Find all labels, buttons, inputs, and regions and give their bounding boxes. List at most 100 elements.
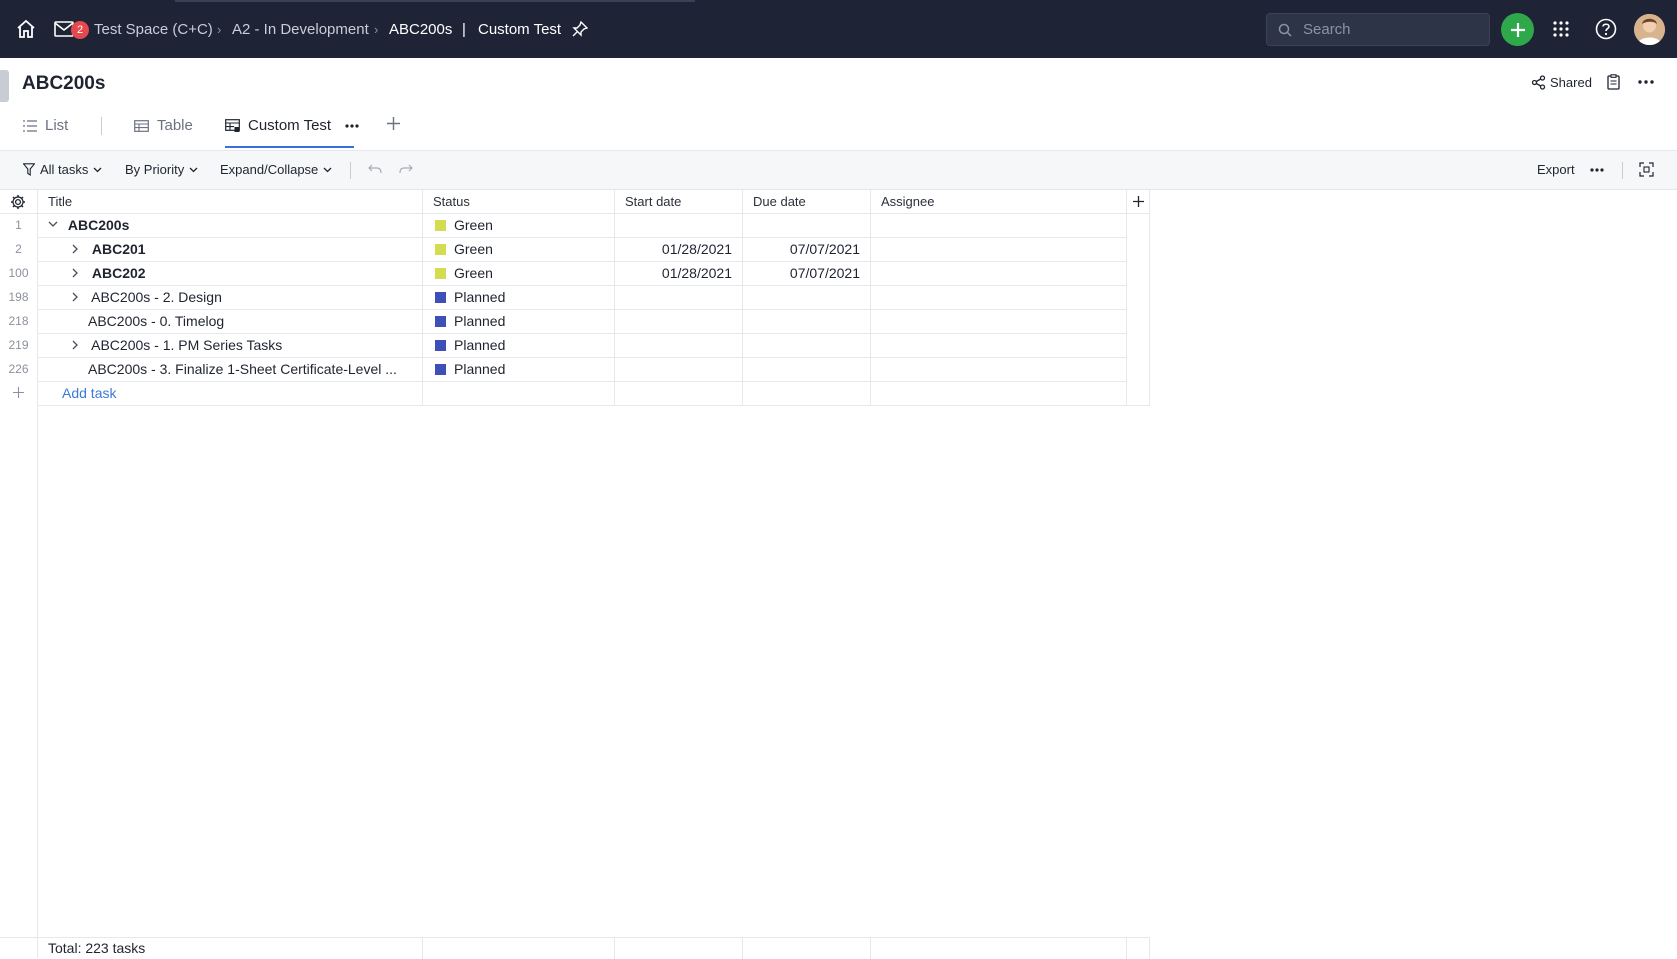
sidebar-toggle[interactable] — [0, 70, 9, 102]
column-header-due-date[interactable]: Due date — [743, 190, 871, 214]
due-date-cell[interactable]: 07/07/2021 — [743, 238, 871, 262]
clipboard-icon[interactable] — [1607, 74, 1620, 90]
status-color-swatch — [435, 292, 446, 303]
status-label: Planned — [454, 361, 506, 377]
notification-badge: 2 — [71, 21, 89, 39]
settings-gear-icon[interactable] — [10, 194, 26, 210]
toolbar-more-icon[interactable] — [1590, 168, 1604, 172]
chevron-right-icon[interactable] — [72, 262, 88, 285]
group-by-label: By Priority — [125, 162, 185, 177]
assignee-cell[interactable] — [871, 262, 1127, 286]
table-row[interactable]: 100 ABC202 Green 01/28/2021 07/07/2021 — [0, 262, 1150, 286]
undo-icon[interactable] — [368, 164, 382, 174]
assignee-cell[interactable] — [871, 238, 1127, 262]
chevron-right-icon[interactable] — [72, 286, 88, 309]
table-row[interactable]: 198 ABC200s - 2. Design Planned — [0, 286, 1150, 310]
more-options-icon[interactable] — [1638, 80, 1654, 84]
filter-dropdown[interactable]: All tasks — [23, 162, 102, 177]
start-date-cell[interactable] — [615, 310, 743, 334]
start-date-cell[interactable]: 01/28/2021 — [615, 238, 743, 262]
chevron-right-icon[interactable] — [72, 334, 88, 357]
pin-icon[interactable] — [572, 21, 588, 37]
chevron-right-icon[interactable] — [72, 238, 88, 261]
table-row[interactable]: 1 ABC200s Green — [0, 214, 1150, 238]
add-column-button[interactable] — [1127, 190, 1150, 214]
status-cell[interactable]: Planned — [423, 310, 615, 334]
shared-button[interactable]: Shared — [1550, 75, 1592, 90]
due-date-cell[interactable] — [743, 214, 871, 238]
view-tabs: List Table Custom Test — [0, 108, 1677, 151]
tab-list[interactable]: List — [23, 117, 68, 134]
status-cell[interactable]: Green — [423, 214, 615, 238]
assignee-cell[interactable] — [871, 334, 1127, 358]
status-cell[interactable]: Planned — [423, 358, 615, 382]
footer-cell — [871, 938, 1127, 959]
expand-collapse-dropdown[interactable]: Expand/Collapse — [220, 162, 332, 177]
breadcrumb-item-space[interactable]: Test Space (C+C) — [94, 21, 213, 38]
add-task-row[interactable]: Add task — [0, 382, 1150, 406]
tab-custom-test[interactable]: Custom Test — [225, 117, 359, 134]
add-view-button[interactable] — [386, 116, 401, 131]
assignee-cell[interactable] — [871, 286, 1127, 310]
start-date-cell[interactable] — [615, 358, 743, 382]
group-by-dropdown[interactable]: By Priority — [125, 162, 198, 177]
task-title-cell[interactable]: ABC200s - 1. PM Series Tasks — [38, 334, 423, 358]
task-title-cell[interactable]: ABC200s - 0. Timelog — [38, 310, 423, 334]
status-label: Planned — [454, 313, 506, 329]
footer-cell — [743, 938, 871, 959]
due-date-cell[interactable] — [743, 334, 871, 358]
assignee-cell[interactable] — [871, 214, 1127, 238]
chevron-down-icon — [323, 167, 332, 172]
create-button[interactable] — [1501, 13, 1534, 46]
task-title-cell[interactable]: ABC200s — [38, 214, 423, 238]
export-button[interactable]: Export — [1537, 162, 1575, 177]
start-date-cell[interactable] — [615, 214, 743, 238]
breadcrumb-item-project[interactable]: ABC200s — [389, 21, 452, 38]
start-date-cell[interactable]: 01/28/2021 — [615, 262, 743, 286]
help-icon[interactable] — [1595, 18, 1617, 40]
status-cell[interactable]: Green — [423, 238, 615, 262]
due-date-cell[interactable] — [743, 310, 871, 334]
fullscreen-icon[interactable] — [1639, 162, 1654, 177]
task-title-cell[interactable]: ABC200s - 2. Design — [38, 286, 423, 310]
row-number: 226 — [8, 362, 29, 376]
apps-grid-icon[interactable] — [1552, 20, 1570, 38]
plus-icon — [1510, 22, 1525, 37]
assignee-cell[interactable] — [871, 358, 1127, 382]
assignee-cell[interactable] — [871, 310, 1127, 334]
share-icon[interactable] — [1531, 75, 1546, 90]
breadcrumb-current-view: Custom Test — [478, 21, 562, 38]
table-row[interactable]: 219 ABC200s - 1. PM Series Tasks Planned — [0, 334, 1150, 358]
task-title-cell[interactable]: ABC200s - 3. Finalize 1-Sheet Certificat… — [38, 358, 423, 382]
add-task-link[interactable]: Add task — [38, 382, 423, 406]
empty-cell — [615, 382, 743, 406]
chevron-down-icon[interactable] — [48, 214, 64, 237]
column-header-title[interactable]: Title — [38, 190, 423, 214]
tab-custom-test-label: Custom Test — [248, 117, 332, 134]
redo-icon[interactable] — [399, 164, 413, 174]
search-box[interactable] — [1266, 13, 1490, 46]
column-header-status[interactable]: Status — [423, 190, 615, 214]
user-avatar[interactable] — [1634, 14, 1665, 45]
due-date-cell[interactable] — [743, 358, 871, 382]
column-header-assignee[interactable]: Assignee — [871, 190, 1127, 214]
due-date-cell[interactable] — [743, 286, 871, 310]
task-title-cell[interactable]: ABC202 — [38, 262, 423, 286]
tab-table[interactable]: Table — [134, 117, 193, 134]
table-row[interactable]: 2 ABC201 Green 01/28/2021 07/07/2021 — [0, 238, 1150, 262]
status-cell[interactable]: Planned — [423, 334, 615, 358]
table-settings-cell[interactable] — [0, 190, 38, 214]
task-title-cell[interactable]: ABC201 — [38, 238, 423, 262]
table-row[interactable]: 226 ABC200s - 3. Finalize 1-Sheet Certif… — [0, 358, 1150, 382]
breadcrumb-item-folder[interactable]: A2 - In Development — [232, 21, 369, 38]
start-date-cell[interactable] — [615, 286, 743, 310]
status-cell[interactable]: Planned — [423, 286, 615, 310]
column-header-start-date[interactable]: Start date — [615, 190, 743, 214]
add-row-plus-icon[interactable] — [0, 382, 37, 405]
table-row[interactable]: 218 ABC200s - 0. Timelog Planned — [0, 310, 1150, 334]
search-input[interactable] — [1301, 20, 1475, 39]
status-cell[interactable]: Green — [423, 262, 615, 286]
home-icon[interactable] — [16, 19, 36, 39]
start-date-cell[interactable] — [615, 334, 743, 358]
due-date-cell[interactable]: 07/07/2021 — [743, 262, 871, 286]
